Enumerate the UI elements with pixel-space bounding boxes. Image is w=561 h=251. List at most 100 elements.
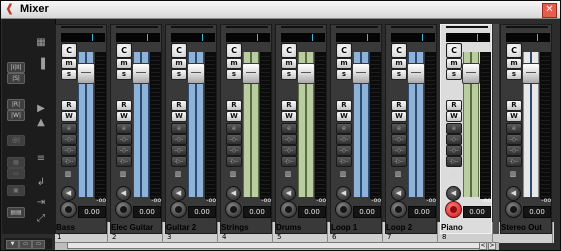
fader-track[interactable] <box>297 52 315 197</box>
fader-track[interactable] <box>187 52 205 197</box>
volume-readout[interactable]: 0.00 <box>353 206 381 218</box>
send-bypass-icon[interactable]: -▷- <box>171 156 187 167</box>
monitor-button[interactable] <box>225 201 242 218</box>
eq-bypass-icon[interactable]: -◇- <box>116 145 132 156</box>
channel-strip[interactable]: Cm s R We -◇- -◇- -▷- ▥ ◀ -oo 0.00 <box>220 24 272 234</box>
write-automation-button[interactable]: W <box>506 111 522 122</box>
show-outputs-icon[interactable]: ▐ <box>35 59 47 71</box>
edit-channel-button[interactable]: e <box>116 123 132 134</box>
pan-knob[interactable]: C <box>226 43 242 58</box>
arrow-up-icon[interactable]: ▲ <box>35 117 47 129</box>
pan-knob[interactable]: C <box>506 43 522 58</box>
fader-track[interactable] <box>522 52 540 197</box>
speaker-icon[interactable]: ◀ <box>336 186 351 201</box>
volume-readout[interactable]: 0.00 <box>133 206 161 218</box>
send-bypass-icon[interactable]: -▷- <box>281 156 297 167</box>
eq-bypass-icon[interactable]: -◇- <box>61 145 77 156</box>
mute-button[interactable]: m <box>336 58 352 69</box>
play-icon[interactable]: ▶ <box>35 103 47 115</box>
channel-strip[interactable]: Cm s R We -◇- -◇- -▷- ▥ ◀ -oo 0.00 <box>165 24 217 234</box>
send-bypass-icon[interactable]: -▷- <box>116 156 132 167</box>
expand-button[interactable]: ▣ <box>7 185 25 196</box>
read-automation-button[interactable]: R <box>171 100 187 111</box>
mute-all-button[interactable]: |I|II| <box>7 62 25 73</box>
volume-readout[interactable]: 0.00 <box>188 206 216 218</box>
monitor-button[interactable] <box>335 201 352 218</box>
monitor-button[interactable] <box>505 201 522 218</box>
insert-bypass-icon[interactable]: -◇- <box>116 134 132 145</box>
write-all-button[interactable]: |W| <box>7 110 25 121</box>
channel-name-label[interactable]: Strings <box>220 222 272 233</box>
read-automation-button[interactable]: R <box>116 100 132 111</box>
volume-fader-handle[interactable] <box>462 63 480 84</box>
speaker-icon[interactable]: ◀ <box>116 186 131 201</box>
monitor-button[interactable] <box>115 201 132 218</box>
volume-fader-handle[interactable] <box>77 63 95 84</box>
scrollbar-thumb[interactable] <box>67 242 487 249</box>
read-automation-button[interactable]: R <box>336 100 352 111</box>
solo-button[interactable]: s <box>391 69 407 80</box>
return-icon[interactable]: ↲ <box>35 177 47 189</box>
read-automation-button[interactable]: R <box>281 100 297 111</box>
pan-knob[interactable]: C <box>446 43 462 58</box>
collapse-down-icon[interactable]: ▼ <box>6 240 19 249</box>
send-bypass-icon[interactable]: -▷- <box>446 156 462 167</box>
send-bypass-icon[interactable]: -▷- <box>506 156 522 167</box>
fader-track[interactable] <box>352 52 370 197</box>
write-automation-button[interactable]: W <box>226 111 242 122</box>
edit-channel-button[interactable]: e <box>446 123 462 134</box>
fader-track[interactable] <box>242 52 260 197</box>
write-automation-button[interactable]: W <box>281 111 297 122</box>
pan-knob[interactable]: C <box>61 43 77 58</box>
read-automation-button[interactable]: R <box>391 100 407 111</box>
mute-button[interactable]: m <box>61 58 77 69</box>
monitor-button[interactable] <box>60 201 77 218</box>
channel-strip[interactable]: Cm s R We -◇- -◇- -▷- ▥ ◀ -oo 0.00 <box>110 24 162 234</box>
panel-toggle-2-icon[interactable]: ▭ <box>32 240 45 249</box>
monitor-button[interactable] <box>390 201 407 218</box>
speaker-icon[interactable]: ◀ <box>171 186 186 201</box>
pan-knob[interactable]: C <box>171 43 187 58</box>
speaker-icon[interactable]: ◀ <box>446 186 461 201</box>
read-all-button[interactable]: |R| <box>7 99 25 110</box>
channel-name-label[interactable]: Elec Guitar <box>110 222 162 233</box>
edit-channel-button[interactable]: e <box>391 123 407 134</box>
speaker-icon[interactable]: ◀ <box>281 186 296 201</box>
write-automation-button[interactable]: W <box>61 111 77 122</box>
volume-readout[interactable]: 0.00 <box>243 206 271 218</box>
volume-fader-handle[interactable] <box>187 63 205 84</box>
pan-knob[interactable]: C <box>281 43 297 58</box>
channel-name-label[interactable]: Loop 1 <box>330 222 382 233</box>
volume-readout[interactable]: 0.00 <box>78 206 106 218</box>
eq-bypass-icon[interactable]: -◇- <box>281 145 297 156</box>
eq-bypass-icon[interactable]: -◇- <box>226 145 242 156</box>
write-automation-button[interactable]: W <box>446 111 462 122</box>
monitor-button[interactable] <box>170 201 187 218</box>
mute-button[interactable]: m <box>171 58 187 69</box>
solo-button[interactable]: s <box>336 69 352 80</box>
expand-arrows-icon[interactable]: ⤢ <box>35 213 47 225</box>
channel-strip[interactable]: Cm s R We -◇- -◇- -▷- ▥ ◀ -oo 0.00 <box>500 24 552 234</box>
volume-fader-handle[interactable] <box>297 63 315 84</box>
channel-strip[interactable]: Cm s R We -◇- -◇- -▷- ▥ ◀ -oo 0.00 <box>385 24 437 234</box>
close-icon[interactable]: ✕ <box>542 3 557 18</box>
channel-strip[interactable]: Cm s R We -◇- -◇- -▷- ▥ ◀ -oo 0.00 <box>55 24 107 234</box>
title-bar[interactable]: ❰ Mixer ✕ <box>1 1 560 19</box>
solo-all-button[interactable]: |S| <box>7 73 25 84</box>
send-bypass-icon[interactable]: -▷- <box>391 156 407 167</box>
mute-button[interactable]: m <box>116 58 132 69</box>
volume-fader-handle[interactable] <box>352 63 370 84</box>
write-automation-button[interactable]: W <box>116 111 132 122</box>
solo-button[interactable]: s <box>116 69 132 80</box>
speaker-icon[interactable]: ◀ <box>226 186 241 201</box>
mute-button[interactable]: m <box>391 58 407 69</box>
volume-readout[interactable]: 0.00 <box>408 206 436 218</box>
display-mode-button[interactable]: ▤▤ <box>7 207 25 218</box>
mute-button[interactable]: m <box>506 58 522 69</box>
channel-name-label[interactable]: Loop 2 <box>385 222 437 233</box>
channel-name-label[interactable]: Guitar 2 <box>165 222 217 233</box>
insert-bypass-icon[interactable]: -◇- <box>171 134 187 145</box>
eq-bypass-icon[interactable]: -◇- <box>391 145 407 156</box>
read-automation-button[interactable]: R <box>61 100 77 111</box>
insert-bypass-icon[interactable]: -◇- <box>391 134 407 145</box>
